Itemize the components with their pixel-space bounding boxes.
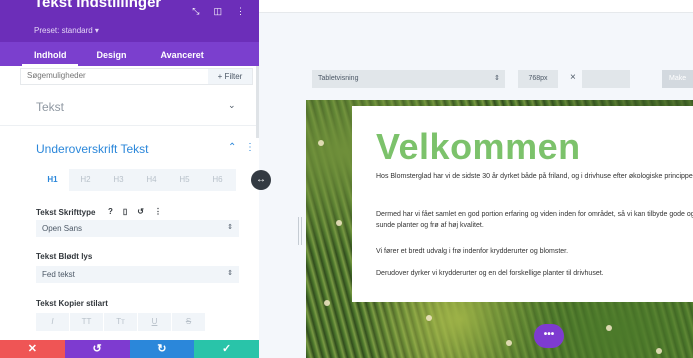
chevron-down-icon: ⌄ <box>228 100 236 110</box>
resize-handle-icon[interactable]: ↔ <box>251 170 271 190</box>
tab-content[interactable]: Indhold <box>34 42 67 66</box>
select-arrow-icon: ⇕ <box>227 270 233 277</box>
toggle-tekst-label: Tekst <box>36 100 65 114</box>
strikethrough-button[interactable]: S <box>172 313 205 331</box>
make-button[interactable]: Make <box>662 70 693 88</box>
view-toolbar: Tabletvisning ⇕ 768px × Make <box>312 70 693 88</box>
active-tab-indicator <box>22 64 78 66</box>
reset-icon[interactable]: ↺ <box>137 207 144 216</box>
module-options-icon[interactable]: ••• <box>534 324 564 348</box>
search-input[interactable] <box>27 71 207 80</box>
save-button[interactable]: ✓ <box>194 340 259 358</box>
weight-label: Tekst Blødt lys <box>36 252 93 261</box>
select-arrow-icon: ⇕ <box>494 75 500 82</box>
section-title[interactable]: Underoverskrift Tekst <box>36 142 148 156</box>
panel-title: Tekst Indstillinger <box>34 0 162 11</box>
heading-tab-h3[interactable]: H3 <box>102 169 135 191</box>
tab-advanced[interactable]: Avanceret <box>161 42 204 66</box>
view-mode-select[interactable]: Tabletvisning ⇕ <box>312 70 505 88</box>
settings-tabs: Indhold Design Avanceret <box>0 42 259 66</box>
heading-tab-h6[interactable]: H6 <box>201 169 234 191</box>
font-label: Tekst Skrifttype <box>36 208 96 217</box>
heading-tab-h1[interactable]: H1 <box>36 169 69 191</box>
flower-decoration <box>656 348 662 354</box>
field-more-icon[interactable]: ⋮ <box>154 207 162 216</box>
preset-selector[interactable]: Preset: standard ▾ <box>34 26 99 35</box>
flower-decoration <box>506 340 512 346</box>
italic-button[interactable]: I <box>36 313 69 331</box>
paragraph: Hos Blomsterglad har vi de sidste 30 år … <box>376 173 693 180</box>
heading-level-tabs: H1 H2 H3 H4 H5 H6 <box>36 169 236 191</box>
weight-select-value: Fed tekst <box>42 270 75 279</box>
canvas-top-bar <box>259 0 693 13</box>
flower-decoration <box>336 220 342 226</box>
font-select-value: Open Sans <box>42 224 83 233</box>
filter-button[interactable]: + Filter <box>208 69 252 84</box>
font-label-icons: ? ▯ ↺ ⋮ <box>108 207 162 216</box>
text-module[interactable]: Velkommen Hos Blomsterglad har vi de sid… <box>352 106 693 302</box>
flower-decoration <box>324 300 330 306</box>
font-select[interactable]: Open Sans ⇕ <box>36 220 239 237</box>
width-input[interactable]: 768px <box>518 70 558 88</box>
chevron-up-icon[interactable]: ⌃ <box>228 142 236 153</box>
mobile-icon[interactable]: ▯ <box>123 207 127 216</box>
expand-icon[interactable]: ⤡ <box>192 6 199 17</box>
select-arrow-icon: ⇕ <box>227 224 233 231</box>
flower-decoration <box>606 325 612 331</box>
view-mode-value: Tabletvisning <box>318 75 359 82</box>
columns-icon[interactable]: ◫ <box>213 6 222 17</box>
toggle-tekst[interactable]: Tekst ⌄ <box>0 88 259 126</box>
search-row: + Filter <box>20 68 253 85</box>
weight-select[interactable]: Fed tekst ⇕ <box>36 266 239 283</box>
paragraph: Derudover dyrker vi krydderurter og en d… <box>376 270 604 277</box>
redo-button[interactable]: ↻ <box>129 340 195 358</box>
section-more-icon[interactable]: ⋮ <box>245 142 255 153</box>
uppercase-button[interactable]: TT <box>70 313 103 331</box>
settings-panel: Tekst Indstillinger Preset: standard ▾ ⤡… <box>0 0 259 358</box>
flower-decoration <box>426 315 432 321</box>
height-input[interactable] <box>582 70 630 88</box>
undo-button[interactable]: ↺ <box>64 340 130 358</box>
help-icon[interactable]: ? <box>108 207 113 216</box>
underline-button[interactable]: U <box>138 313 171 331</box>
paragraph: Dermed har vi fået samlet en god portion… <box>376 211 693 229</box>
flower-decoration <box>318 140 324 146</box>
cancel-button[interactable]: ✕ <box>0 340 65 358</box>
style-buttons: I TT Tт U S <box>36 313 236 331</box>
header-icons: ⤡ ◫ ⋮ <box>192 6 245 17</box>
heading-tab-h5[interactable]: H5 <box>168 169 201 191</box>
panel-footer: ✕ ↺ ↻ ✓ <box>0 340 259 358</box>
panel-header: Tekst Indstillinger Preset: standard ▾ ⤡… <box>0 0 259 42</box>
more-icon[interactable]: ⋮ <box>236 6 245 17</box>
clear-width-icon[interactable]: × <box>570 72 576 83</box>
welcome-heading: Velkommen <box>376 126 581 167</box>
heading-tab-h2[interactable]: H2 <box>69 169 102 191</box>
tab-design[interactable]: Design <box>97 42 127 66</box>
heading-tab-h4[interactable]: H4 <box>135 169 168 191</box>
capitalize-button[interactable]: Tт <box>104 313 137 331</box>
paragraph: Vi fører et bredt udvalg i frø indenfor … <box>376 248 569 255</box>
style-label: Tekst Kopier stilart <box>36 299 108 308</box>
drag-grip-icon[interactable] <box>298 217 302 245</box>
